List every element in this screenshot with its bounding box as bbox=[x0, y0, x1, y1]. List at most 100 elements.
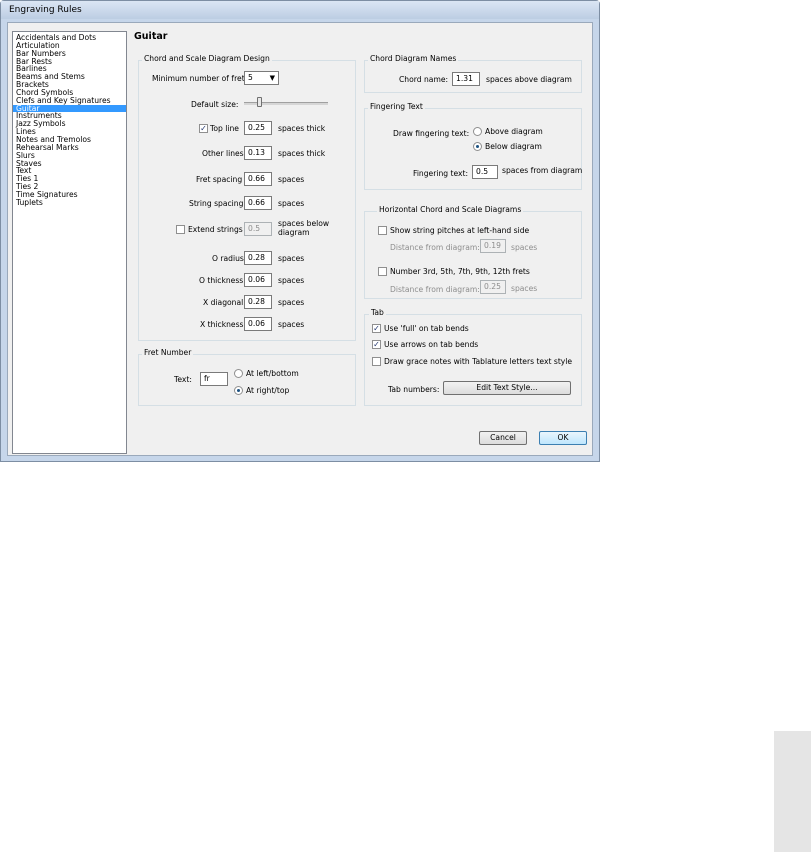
tab-group-title: Tab bbox=[369, 308, 386, 317]
category-item[interactable]: Barlines bbox=[13, 65, 126, 73]
cancel-button[interactable]: Cancel bbox=[479, 431, 527, 445]
above-diagram-label: Above diagram bbox=[485, 127, 543, 136]
x-thickness-input[interactable]: 0.06 bbox=[244, 317, 272, 331]
other-lines-input[interactable]: 0.13 bbox=[244, 146, 272, 160]
at-left-bottom-label: At left/bottom bbox=[246, 369, 299, 378]
fret-number-group bbox=[138, 354, 356, 406]
x-diagonal-unit: spaces bbox=[278, 298, 305, 307]
x-thickness-label: X thickness bbox=[200, 320, 244, 329]
dialog-body: Accidentals and Dots Articulation Bar Numb… bbox=[7, 22, 593, 456]
category-item[interactable]: Time Signatures bbox=[13, 191, 126, 199]
other-lines-label: Other lines bbox=[202, 149, 244, 158]
category-item[interactable]: Bar Numbers bbox=[13, 50, 126, 58]
title-bar: Engraving Rules bbox=[1, 1, 599, 19]
category-item[interactable]: Jazz Symbols bbox=[13, 120, 126, 128]
category-item[interactable]: Ties 1 bbox=[13, 175, 126, 183]
default-size-label: Default size: bbox=[191, 100, 239, 109]
page-title: Guitar bbox=[134, 31, 168, 42]
extend-strings-input[interactable]: 0.5 bbox=[244, 222, 272, 236]
o-thickness-input[interactable]: 0.06 bbox=[244, 273, 272, 287]
category-item[interactable]: Rehearsal Marks bbox=[13, 144, 126, 152]
chord-name-input[interactable]: 1.31 bbox=[452, 72, 480, 86]
chord-names-group-title: Chord Diagram Names bbox=[368, 54, 459, 63]
x-diagonal-label: X diagonal bbox=[203, 298, 244, 307]
chord-name-label: Chord name: bbox=[399, 75, 449, 84]
category-item[interactable]: Tuplets bbox=[13, 199, 126, 207]
use-arrows-checkbox[interactable]: ✓ bbox=[372, 340, 381, 349]
o-thickness-label: O thickness bbox=[199, 276, 244, 285]
distance2-input[interactable]: 0.25 bbox=[480, 280, 506, 294]
extend-strings-checkbox[interactable] bbox=[176, 225, 185, 234]
category-item[interactable]: Accidentals and Dots bbox=[13, 34, 126, 42]
string-spacing-unit: spaces bbox=[278, 199, 305, 208]
fingering-text-unit: spaces from diagram bbox=[502, 166, 583, 175]
below-diagram-radio[interactable] bbox=[473, 142, 482, 151]
at-right-top-label: At right/top bbox=[246, 386, 290, 395]
category-item[interactable]: Staves bbox=[13, 160, 126, 168]
category-item[interactable]: Clefs and Key Signatures bbox=[13, 97, 126, 105]
above-diagram-radio[interactable] bbox=[473, 127, 482, 136]
category-item[interactable]: Articulation bbox=[13, 42, 126, 50]
fingering-text-label: Fingering text: bbox=[413, 169, 469, 178]
top-line-checkbox[interactable]: ✓ bbox=[199, 124, 208, 133]
chord-name-unit: spaces above diagram bbox=[486, 75, 572, 84]
chevron-down-icon: ▼ bbox=[269, 74, 275, 82]
min-frets-select[interactable]: 5 ▼ bbox=[244, 71, 279, 85]
o-thickness-unit: spaces bbox=[278, 276, 305, 285]
background-panel bbox=[774, 731, 811, 852]
string-spacing-input[interactable]: 0.66 bbox=[244, 196, 272, 210]
distance1-unit: spaces bbox=[511, 243, 538, 252]
grace-notes-checkbox[interactable] bbox=[372, 357, 381, 366]
o-radius-label: O radius bbox=[212, 254, 244, 263]
distance1-label: Distance from diagram: bbox=[390, 243, 480, 252]
category-item[interactable]: Slurs bbox=[13, 152, 126, 160]
horizontal-group-title: Horizontal Chord and Scale Diagrams bbox=[377, 205, 524, 214]
use-arrows-label: Use arrows on tab bends bbox=[384, 340, 479, 349]
distance2-label: Distance from diagram: bbox=[390, 285, 480, 294]
default-size-slider-thumb[interactable] bbox=[257, 97, 262, 107]
category-item[interactable]: Brackets bbox=[13, 81, 126, 89]
fret-spacing-unit: spaces bbox=[278, 175, 305, 184]
grace-notes-label: Draw grace notes with Tablature letters … bbox=[384, 357, 573, 366]
category-item[interactable]: Guitar bbox=[13, 104, 126, 113]
window-title: Engraving Rules bbox=[9, 5, 82, 15]
category-item[interactable]: Chord Symbols bbox=[13, 89, 126, 97]
fingering-group-title: Fingering Text bbox=[368, 102, 425, 111]
show-pitches-label: Show string pitches at left-hand side bbox=[390, 226, 530, 235]
use-full-checkbox[interactable]: ✓ bbox=[372, 324, 381, 333]
distance2-unit: spaces bbox=[511, 284, 538, 293]
ok-button[interactable]: OK bbox=[539, 431, 587, 445]
at-left-bottom-radio[interactable] bbox=[234, 369, 243, 378]
show-pitches-checkbox[interactable] bbox=[378, 226, 387, 235]
number-frets-checkbox[interactable] bbox=[378, 267, 387, 276]
x-diagonal-input[interactable]: 0.28 bbox=[244, 295, 272, 309]
top-line-input[interactable]: 0.25 bbox=[244, 121, 272, 135]
category-item[interactable]: Notes and Tremolos bbox=[13, 136, 126, 144]
fret-spacing-label: Fret spacing bbox=[196, 175, 243, 184]
fret-number-group-title: Fret Number bbox=[142, 348, 194, 357]
category-list[interactable]: Accidentals and Dots Articulation Bar Numb… bbox=[12, 31, 127, 454]
extend-strings-unit-2: diagram bbox=[278, 228, 310, 237]
distance1-input[interactable]: 0.19 bbox=[480, 239, 506, 253]
fret-text-input[interactable]: fr bbox=[200, 372, 228, 386]
category-item[interactable]: Ties 2 bbox=[13, 183, 126, 191]
min-frets-label: Minimum number of frets bbox=[152, 74, 249, 83]
category-item[interactable]: Beams and Stems bbox=[13, 73, 126, 81]
x-thickness-unit: spaces bbox=[278, 320, 305, 329]
category-item[interactable]: Instruments bbox=[13, 112, 126, 120]
category-item[interactable]: Text bbox=[13, 167, 126, 175]
at-right-top-radio[interactable] bbox=[234, 386, 243, 395]
category-item[interactable]: Lines bbox=[13, 128, 126, 136]
edit-text-style-button[interactable]: Edit Text Style... bbox=[443, 381, 571, 395]
category-item[interactable]: Bar Rests bbox=[13, 58, 126, 66]
below-diagram-label: Below diagram bbox=[485, 142, 542, 151]
fingering-text-input[interactable]: 0.5 bbox=[472, 165, 498, 179]
chord-scale-group-title: Chord and Scale Diagram Design bbox=[142, 54, 272, 63]
use-full-label: Use 'full' on tab bends bbox=[384, 324, 469, 333]
tab-numbers-label: Tab numbers: bbox=[388, 385, 440, 394]
fret-spacing-input[interactable]: 0.66 bbox=[244, 172, 272, 186]
o-radius-input[interactable]: 0.28 bbox=[244, 251, 272, 265]
o-radius-unit: spaces bbox=[278, 254, 305, 263]
other-lines-unit: spaces thick bbox=[278, 149, 326, 158]
top-line-unit: spaces thick bbox=[278, 124, 326, 133]
